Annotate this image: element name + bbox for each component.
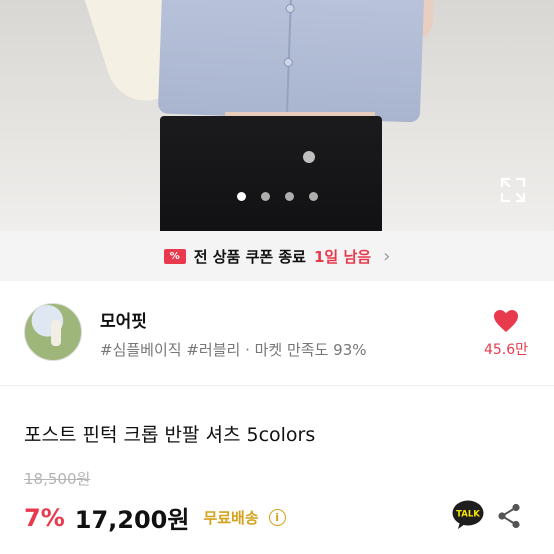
shop-info[interactable]: 모어핏 #심플베이직 #러블리 · 마켓 만족도 93% 45.6만 — [0, 281, 554, 385]
divider — [0, 385, 554, 386]
coupon-ticket-icon: % — [163, 248, 186, 264]
like-button[interactable]: 45.6만 — [476, 309, 536, 359]
shop-tags: #심플베이직 #러블리 · 마켓 만족도 93% — [100, 341, 367, 359]
carousel-dot[interactable] — [284, 192, 294, 201]
jeans-shape — [160, 116, 382, 231]
carousel-dot[interactable] — [260, 192, 270, 201]
free-shipping-label: 무료배송 — [203, 509, 259, 527]
shop-avatar[interactable] — [24, 303, 82, 361]
jeans-button — [303, 151, 315, 163]
carousel-indicator — [0, 192, 554, 201]
kakao-talk-label: TALK — [456, 510, 480, 520]
info-icon[interactable]: i — [268, 509, 286, 526]
shirt-button — [283, 57, 293, 68]
coupon-banner[interactable]: % 전 상품 쿠폰 종료 1일 남음 › — [0, 231, 554, 281]
product-title: 포스트 핀턱 크롭 반팔 셔츠 5colors — [24, 424, 316, 446]
carousel-dot[interactable] — [308, 192, 318, 201]
chevron-right-icon: › — [383, 245, 391, 267]
kakao-talk-icon[interactable]: TALK — [452, 500, 484, 530]
share-icon[interactable] — [497, 503, 521, 529]
product-image[interactable] — [0, 0, 554, 231]
coupon-text: 전 상품 쿠폰 종료 — [193, 247, 306, 266]
heart-icon — [494, 310, 518, 332]
shirt-shape — [157, 0, 425, 123]
original-price: 18,500원 — [24, 470, 91, 488]
discount-rate: 7% — [24, 503, 65, 532]
price-row: 7% 17,200원 무료배송 i — [24, 500, 286, 535]
shop-name[interactable]: 모어핏 — [100, 307, 147, 332]
like-count: 45.6만 — [483, 342, 529, 358]
shirt-button — [285, 3, 295, 14]
carousel-dot[interactable] — [236, 192, 246, 201]
sale-price: 17,200원 — [74, 506, 190, 534]
coupon-days-left: 1일 남음 — [314, 247, 372, 266]
expand-icon[interactable] — [500, 177, 526, 203]
avatar-figure — [51, 320, 61, 346]
